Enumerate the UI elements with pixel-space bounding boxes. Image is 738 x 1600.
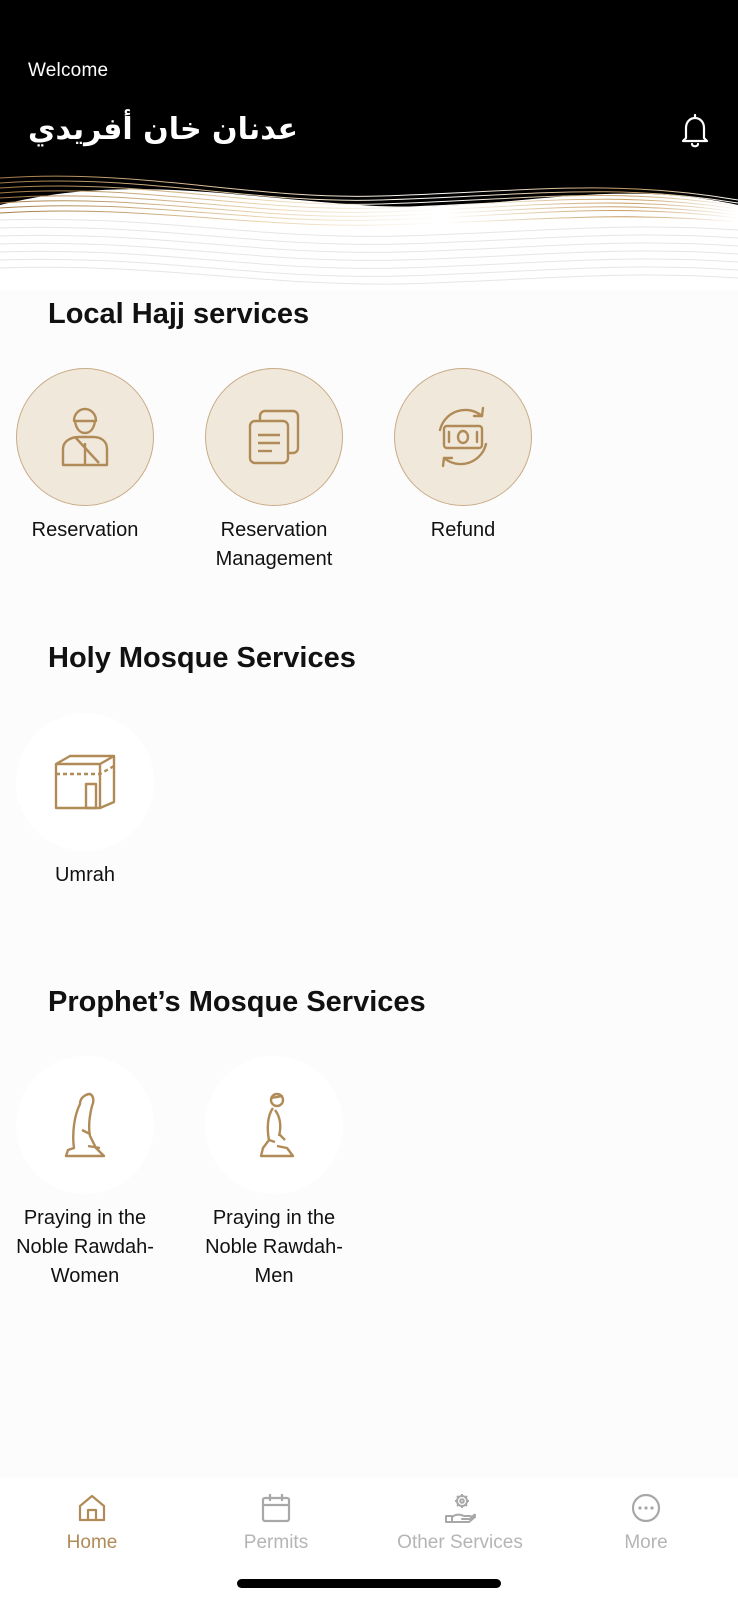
- service-label: Umrah: [54, 864, 115, 886]
- header: Welcome عدنان خان أفريدي: [0, 0, 738, 290]
- gear-hand-icon: [445, 1494, 476, 1523]
- service-label: Reservation Management: [215, 519, 333, 570]
- nav-label-more: More: [624, 1532, 668, 1553]
- bell-icon[interactable]: [678, 112, 712, 150]
- service-circle: [16, 1056, 154, 1194]
- home-indicator[interactable]: [237, 1579, 501, 1588]
- service-circle: [394, 368, 532, 506]
- nav-item-home[interactable]: Home: [0, 1492, 184, 1554]
- service-refund[interactable]: Refund: [373, 368, 553, 545]
- praying-man-icon: [259, 1092, 295, 1158]
- service-rawdah-women[interactable]: Praying in the Noble Rawdah-Women: [0, 1056, 175, 1291]
- money-refund-icon: [438, 406, 488, 468]
- service-reservation-management[interactable]: Reservation Management: [184, 368, 364, 574]
- nav-label-permits: Permits: [243, 1532, 309, 1553]
- section-title-holy-mosque: Holy Mosque Services: [48, 642, 356, 674]
- service-circle: [205, 1056, 343, 1194]
- calendar-icon: [261, 1494, 291, 1523]
- pilgrim-icon: [61, 407, 109, 467]
- welcome-label: Welcome: [28, 60, 109, 81]
- documents-icon: [248, 409, 300, 465]
- service-reservation[interactable]: Reservation: [0, 368, 175, 545]
- nav-item-other-services[interactable]: Other Services: [368, 1492, 552, 1554]
- service-circle: [16, 713, 154, 851]
- user-name: عدنان خان أفريدي: [28, 112, 299, 147]
- service-umrah[interactable]: Umrah: [0, 713, 175, 890]
- section-title-prophets-mosque: Prophet’s Mosque Services: [48, 986, 426, 1018]
- nav-item-permits[interactable]: Permits: [184, 1492, 368, 1554]
- nav-label-home: Home: [66, 1532, 118, 1553]
- service-rawdah-men[interactable]: Praying in the Noble Rawdah-Men: [184, 1056, 364, 1291]
- service-label: Praying in the Noble Rawdah-Women: [16, 1207, 154, 1287]
- app-screen: Welcome عدنان خان أفريدي Local Hajj serv…: [0, 0, 738, 1600]
- kaaba-icon: [54, 754, 116, 810]
- nav-label-other-services: Other Services: [397, 1532, 523, 1553]
- section-title-local-hajj: Local Hajj services: [48, 298, 310, 330]
- more-dots-icon: [631, 1493, 661, 1523]
- service-circle: [205, 368, 343, 506]
- praying-woman-icon: [64, 1092, 106, 1158]
- service-label: Praying in the Noble Rawdah-Men: [205, 1207, 343, 1287]
- nav-item-more[interactable]: More: [554, 1492, 738, 1554]
- service-label: Refund: [430, 519, 496, 541]
- home-icon: [78, 1494, 106, 1522]
- service-label: Reservation: [31, 519, 139, 541]
- service-circle: [16, 368, 154, 506]
